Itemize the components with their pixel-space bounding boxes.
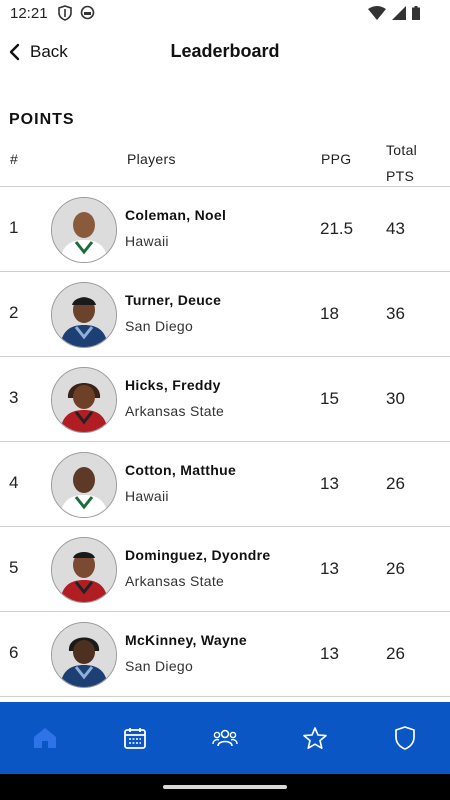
table-row[interactable]: 6 McKinney, Wayne San Diego 13 26: [0, 611, 450, 697]
nav-schedule[interactable]: [90, 702, 180, 774]
player-avatar: [51, 282, 117, 348]
rank-cell: 1: [9, 218, 19, 237]
section-title: POINTS: [9, 111, 75, 128]
player-team: Arkansas State: [125, 403, 225, 419]
player-team: Hawaii: [125, 488, 169, 504]
player-avatar: [51, 622, 117, 688]
status-bar: 12:21: [0, 0, 450, 28]
bottom-navigation: [0, 702, 450, 774]
player-name: Cotton, Matthue: [125, 462, 237, 478]
rank-cell: 5: [9, 558, 19, 577]
table-row[interactable]: 2 Turner, Deuce San Diego 18 36: [0, 271, 450, 356]
nav-home[interactable]: [0, 702, 90, 774]
nav-teams[interactable]: [180, 702, 270, 774]
total-pts-cell: 26: [386, 559, 405, 578]
system-navigation-bar: [0, 774, 450, 800]
rank-cell: 6: [9, 643, 19, 662]
nav-favorites[interactable]: [270, 702, 360, 774]
column-header-players: Players: [127, 151, 176, 167]
table-row[interactable]: 1 Coleman, Noel Hawaii 21.5 43: [0, 186, 450, 271]
total-pts-cell: 26: [386, 474, 405, 493]
player-name: McKinney, Wayne: [125, 632, 247, 648]
player-name: Turner, Deuce: [125, 292, 222, 308]
status-time: 12:21: [10, 5, 48, 22]
shield-status-icon: [58, 5, 72, 21]
total-pts-cell: 36: [386, 304, 405, 323]
home-icon: [34, 728, 56, 748]
column-header-ppg: PPG: [321, 151, 352, 167]
rank-cell: 2: [9, 303, 19, 322]
player-avatar: [51, 367, 117, 433]
total-pts-cell: 26: [386, 644, 405, 663]
calendar-icon: [124, 728, 146, 749]
page-title: Leaderboard: [170, 41, 280, 61]
ppg-cell: 13: [320, 474, 339, 493]
player-avatar: [51, 537, 117, 603]
ppg-cell: 18: [320, 304, 339, 323]
player-name: Coleman, Noel: [125, 207, 227, 223]
player-name: Hicks, Freddy: [125, 377, 221, 393]
player-team: Arkansas State: [125, 573, 225, 589]
player-team: San Diego: [125, 318, 194, 334]
total-pts-cell: 30: [386, 389, 405, 408]
shield-icon: [395, 726, 415, 750]
ppg-cell: 13: [320, 559, 339, 578]
ppg-cell: 21.5: [320, 219, 354, 238]
total-pts-cell: 43: [386, 219, 405, 238]
table-row[interactable]: 4 Cotton, Matthue Hawaii 13 26: [0, 441, 450, 526]
rank-cell: 3: [9, 388, 19, 407]
rank-cell: 4: [9, 473, 19, 492]
player-avatar: [51, 197, 117, 263]
nav-shield[interactable]: [360, 702, 450, 774]
wifi-icon: [368, 6, 386, 20]
player-avatar: [51, 452, 117, 518]
table-row[interactable]: 3 Hicks, Freddy Arkansas State 15 30: [0, 356, 450, 441]
player-team: Hawaii: [125, 233, 169, 249]
column-header-total-pts: Total PTS: [386, 142, 418, 184]
ppg-cell: 15: [320, 389, 339, 408]
table-row[interactable]: 5 Dominguez, Dyondre Arkansas State 13 2…: [0, 526, 450, 611]
player-team: San Diego: [125, 658, 194, 674]
column-header-rank: #: [10, 151, 19, 167]
notification-status-icon: [80, 5, 95, 20]
player-name: Dominguez, Dyondre: [125, 547, 271, 563]
leaderboard-table: 1 Coleman, Noel Hawaii 21.5 43 2 Turner,…: [0, 186, 450, 697]
app-bar: Back Leaderboard: [0, 28, 450, 76]
battery-icon: [412, 6, 420, 20]
star-icon: [303, 727, 327, 749]
home-gesture-pill[interactable]: [163, 785, 287, 789]
ppg-cell: 13: [320, 644, 339, 663]
signal-icon: [392, 6, 406, 20]
people-icon: [212, 729, 238, 747]
